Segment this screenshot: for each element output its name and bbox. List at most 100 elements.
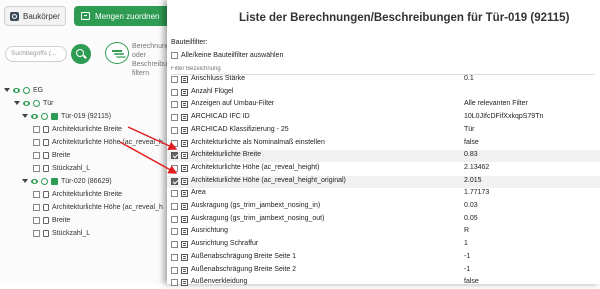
visibility-icon[interactable] bbox=[41, 112, 48, 120]
calculation-row[interactable]: Anzahl Flügel bbox=[167, 87, 600, 99]
calculation-row[interactable]: Architekturlichte Breite 0.83 bbox=[167, 150, 600, 163]
mengen-zuordnen-button[interactable]: Mengen zuordnen bbox=[74, 6, 170, 26]
row-name: ARCHICAD IFC ID bbox=[191, 113, 250, 121]
calculation-row[interactable]: Architekturlichte als Nominalmaß einstel… bbox=[167, 138, 600, 150]
calculator-icon bbox=[181, 203, 188, 210]
calculation-row[interactable]: Auskragung (gs_trim_jambext_nosing_in) 0.… bbox=[167, 201, 600, 213]
checkbox[interactable] bbox=[33, 164, 40, 172]
checkbox[interactable] bbox=[33, 203, 40, 211]
row-checkbox[interactable] bbox=[171, 228, 178, 236]
formula-icon bbox=[43, 151, 49, 159]
formula-icon bbox=[43, 125, 49, 133]
row-checkbox[interactable] bbox=[171, 76, 178, 83]
bauteile-button[interactable]: Baukörper bbox=[4, 6, 66, 26]
formula-icon bbox=[43, 203, 49, 211]
all-filter-checkbox[interactable] bbox=[171, 52, 178, 59]
eye-icon[interactable] bbox=[23, 100, 30, 106]
row-checkbox[interactable] bbox=[171, 215, 178, 223]
calculator-icon bbox=[181, 190, 188, 198]
eye-icon[interactable] bbox=[31, 113, 38, 119]
calculation-row[interactable]: ARCHICAD IFC ID 10L0JIfcDFifXxkqpS79Tn bbox=[167, 112, 600, 124]
eye-icon[interactable] bbox=[13, 87, 20, 93]
calculator-icon bbox=[181, 253, 188, 261]
calculation-row[interactable]: Architekturlichte Höhe (ac_reveal_height… bbox=[167, 175, 600, 188]
row-name: Anschluss Stärke bbox=[191, 75, 246, 82]
calculator-icon bbox=[181, 241, 188, 249]
row-value: 0.03 bbox=[464, 202, 478, 209]
calculation-row[interactable]: Anschluss Stärke 0.1 bbox=[167, 74, 600, 86]
tree-leaf[interactable]: Breite bbox=[33, 214, 70, 226]
checkbox[interactable] bbox=[33, 125, 40, 133]
tree-leaf[interactable]: Stückzahl_L bbox=[33, 162, 90, 174]
collapse-icon[interactable] bbox=[14, 101, 20, 105]
checkbox[interactable] bbox=[33, 216, 40, 224]
row-checkbox[interactable] bbox=[171, 266, 178, 274]
tree-leaf[interactable]: Architekturlichte Breite bbox=[33, 188, 122, 200]
calculator-icon bbox=[181, 114, 188, 122]
row-checkbox[interactable] bbox=[171, 253, 178, 261]
calculation-row[interactable]: ARCHICAD Klassifizierung - 25 Tür bbox=[167, 125, 600, 137]
row-checkbox[interactable] bbox=[171, 241, 178, 249]
row-checkbox[interactable] bbox=[171, 203, 178, 210]
tree-leaf[interactable]: Breite bbox=[33, 149, 70, 161]
collapse-icon[interactable] bbox=[22, 179, 28, 183]
row-value: -1 bbox=[464, 252, 471, 260]
tree-node-tuer-020[interactable]: Tür-020 (86629) bbox=[22, 175, 112, 187]
row-value: 0.05 bbox=[464, 214, 478, 222]
tree-leaf[interactable]: Architekturlichte Breite bbox=[33, 123, 122, 135]
mengen-zuordnen-label: Mengen zuordnen bbox=[95, 11, 160, 21]
row-checkbox[interactable] bbox=[171, 164, 178, 172]
checkbox[interactable] bbox=[33, 190, 40, 198]
row-name: Area bbox=[191, 189, 206, 197]
calculation-row[interactable]: Außenverkleidung false bbox=[167, 277, 600, 289]
calculation-row[interactable]: Außenabschrägung Breite Seite 2 -1 bbox=[167, 265, 600, 277]
checkbox[interactable] bbox=[33, 229, 40, 237]
formula-icon bbox=[43, 229, 49, 237]
row-checkbox[interactable] bbox=[171, 279, 178, 287]
tree-node-eg[interactable]: EG bbox=[4, 84, 43, 96]
row-value: false bbox=[464, 278, 479, 286]
calculation-row[interactable]: Architekturlichte Höhe (ac_reveal_height… bbox=[167, 163, 600, 175]
tree-node-tuer-019[interactable]: Tür-019 (92115) bbox=[22, 110, 111, 122]
search-icon[interactable] bbox=[71, 44, 91, 64]
row-checkbox[interactable] bbox=[171, 139, 178, 147]
row-name: ARCHICAD Klassifizierung - 25 bbox=[191, 125, 289, 133]
row-checkbox[interactable] bbox=[171, 88, 178, 96]
tree-leaf[interactable]: Stückzahl_L bbox=[33, 227, 90, 239]
calculator-icon bbox=[181, 88, 188, 96]
eye-icon[interactable] bbox=[31, 178, 38, 184]
calculation-row[interactable]: Ausrichtung Schraffur 1 bbox=[167, 239, 600, 251]
visibility-icon[interactable] bbox=[41, 177, 48, 185]
row-value: false bbox=[464, 138, 479, 146]
row-checkbox[interactable] bbox=[171, 126, 178, 134]
row-name: Anzeigen auf Umbau-Filter bbox=[191, 100, 275, 108]
all-filter-toggle[interactable]: Alle/keine Bauteilfilter auswählen bbox=[171, 52, 283, 59]
bauteile-button-label: Baukörper bbox=[23, 11, 60, 21]
row-checkbox[interactable] bbox=[171, 101, 178, 109]
tree-leaf[interactable]: Architekturlichte Höhe (ac_reveal_h bbox=[33, 136, 163, 148]
row-name: Auskragung (gs_trim_jambext_nosing_in) bbox=[191, 202, 321, 209]
collapse-icon[interactable] bbox=[4, 88, 10, 92]
checkbox[interactable] bbox=[33, 151, 40, 159]
row-value: 1.77173 bbox=[464, 189, 490, 197]
calculation-row[interactable]: Area 1.77173 bbox=[167, 188, 600, 200]
calculation-row[interactable]: Ausrichtung R bbox=[167, 226, 600, 238]
calculator-icon bbox=[181, 215, 188, 223]
search-input[interactable]: Suchbegriffs (... bbox=[5, 46, 67, 62]
calculation-row[interactable]: Außenabschrägung Breite Seite 1 -1 bbox=[167, 252, 600, 264]
calculator-icon bbox=[181, 139, 188, 147]
row-checkbox[interactable] bbox=[171, 177, 178, 185]
calculation-row[interactable]: Anzeigen auf Umbau-Filter Alle relevanten… bbox=[167, 99, 600, 111]
tree-leaf[interactable]: Architekturlichte Höhe (ac_reveal_h bbox=[33, 201, 163, 213]
calculation-row[interactable]: Auskragung (gs_trim_jambext_nosing_out) 0… bbox=[167, 214, 600, 226]
filter-icon[interactable] bbox=[105, 42, 129, 64]
visibility-icon[interactable] bbox=[33, 99, 40, 107]
collapse-icon[interactable] bbox=[22, 114, 28, 118]
row-name: Architekturlichte Höhe (ac_reveal_height… bbox=[191, 176, 346, 184]
row-checkbox[interactable] bbox=[171, 190, 178, 198]
tree-node-tuer[interactable]: Tür bbox=[14, 97, 54, 109]
checkbox[interactable] bbox=[33, 138, 40, 146]
row-checkbox[interactable] bbox=[171, 114, 178, 122]
visibility-icon[interactable] bbox=[23, 86, 30, 94]
row-checkbox[interactable] bbox=[171, 152, 178, 160]
